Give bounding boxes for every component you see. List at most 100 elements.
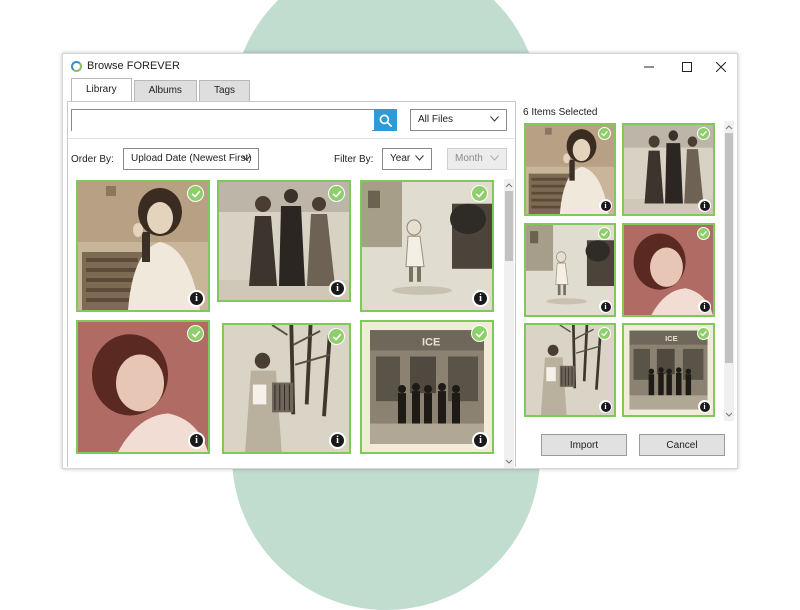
scroll-up-icon bbox=[505, 183, 513, 188]
selected-check-icon bbox=[187, 325, 204, 342]
selected-check-icon bbox=[697, 127, 710, 140]
selection-scroll-thumb[interactable] bbox=[725, 133, 733, 363]
file-type-select[interactable]: All Files bbox=[410, 109, 507, 131]
tab-bar: Library Albums Tags bbox=[71, 78, 252, 102]
year-value: Year bbox=[390, 153, 411, 164]
scroll-down-icon bbox=[725, 412, 733, 417]
search-button[interactable] bbox=[374, 109, 397, 131]
accordion-player-photo bbox=[224, 325, 349, 452]
selected-check-icon bbox=[471, 325, 488, 342]
order-by-label: Order By: bbox=[71, 154, 114, 165]
order-by-select[interactable]: Upload Date (Newest First) bbox=[123, 148, 259, 170]
info-button[interactable]: i bbox=[698, 300, 711, 313]
selected-check-icon bbox=[598, 327, 611, 340]
selected-photo-accordion-player[interactable]: i bbox=[524, 323, 616, 417]
filter-by-label: Filter By: bbox=[334, 154, 374, 165]
info-icon: i bbox=[699, 301, 710, 312]
minimize-icon bbox=[644, 66, 654, 68]
selection-panel: 6 Items Selected i i i i i i Import Canc… bbox=[519, 101, 737, 467]
info-button[interactable]: i bbox=[188, 290, 205, 307]
close-icon bbox=[716, 62, 726, 72]
info-button[interactable]: i bbox=[599, 300, 612, 313]
toolbar-divider bbox=[68, 138, 515, 139]
info-icon: i bbox=[474, 292, 487, 305]
info-icon: i bbox=[600, 401, 611, 412]
library-photo-accordion-player[interactable]: i bbox=[222, 323, 351, 454]
selection-scrollbar[interactable] bbox=[724, 121, 734, 421]
import-button[interactable]: Import bbox=[541, 434, 627, 456]
selected-photo-toddler-street[interactable]: i bbox=[524, 223, 616, 317]
info-icon: i bbox=[699, 200, 710, 211]
library-scrollbar[interactable] bbox=[504, 179, 514, 468]
info-button[interactable]: i bbox=[698, 199, 711, 212]
group-storefront-photo bbox=[362, 322, 492, 452]
month-select[interactable]: Month bbox=[447, 148, 507, 170]
file-type-value: All Files bbox=[418, 114, 454, 125]
chevron-down-icon bbox=[415, 155, 424, 161]
chevron-down-icon bbox=[242, 155, 251, 161]
info-icon: i bbox=[190, 292, 203, 305]
tab-library[interactable]: Library bbox=[71, 78, 132, 102]
month-value: Month bbox=[455, 153, 483, 164]
selected-photo-woman-portrait[interactable]: i bbox=[622, 223, 715, 317]
selected-count-label: 6 Items Selected bbox=[523, 107, 598, 118]
browse-dialog: Browse FOREVER Library Albums Tags All F… bbox=[62, 53, 738, 469]
info-icon: i bbox=[190, 434, 203, 447]
tab-albums[interactable]: Albums bbox=[133, 80, 197, 102]
cancel-button[interactable]: Cancel bbox=[639, 434, 725, 456]
info-button[interactable]: i bbox=[599, 199, 612, 212]
info-button[interactable]: i bbox=[329, 432, 346, 449]
maximize-button[interactable] bbox=[673, 57, 701, 77]
family-trio-photo bbox=[219, 182, 349, 300]
library-photo-group-storefront[interactable]: i bbox=[360, 320, 494, 454]
woman-drinking-photo bbox=[78, 182, 208, 310]
selected-check-icon bbox=[598, 127, 611, 140]
library-panel: All Files Order By: Upload Date (Newest … bbox=[67, 101, 516, 468]
info-icon: i bbox=[600, 200, 611, 211]
selected-check-icon bbox=[328, 185, 345, 202]
chevron-down-icon bbox=[490, 155, 499, 161]
search-input[interactable] bbox=[72, 110, 372, 131]
library-photo-family-trio[interactable]: i bbox=[217, 180, 351, 302]
selected-photo-group-storefront[interactable]: i bbox=[622, 323, 715, 417]
selected-check-icon bbox=[598, 227, 611, 240]
selected-check-icon bbox=[697, 227, 710, 240]
info-button[interactable]: i bbox=[188, 432, 205, 449]
selected-check-icon bbox=[697, 327, 710, 340]
selected-check-icon bbox=[471, 185, 488, 202]
toddler-street-photo bbox=[362, 182, 492, 310]
forever-logo-icon bbox=[71, 61, 82, 72]
info-icon: i bbox=[331, 434, 344, 447]
close-button[interactable] bbox=[707, 57, 735, 77]
library-photo-toddler-street[interactable]: i bbox=[360, 180, 494, 312]
tab-tags[interactable]: Tags bbox=[198, 80, 251, 102]
window-title: Browse FOREVER bbox=[87, 60, 180, 72]
selected-check-icon bbox=[187, 185, 204, 202]
scroll-up-icon bbox=[725, 125, 733, 130]
library-photo-woman-portrait[interactable]: i bbox=[76, 320, 210, 454]
maximize-icon bbox=[682, 62, 692, 72]
scroll-down-icon bbox=[505, 459, 513, 464]
chevron-down-icon bbox=[490, 116, 499, 122]
library-photo-woman-drinking[interactable]: i bbox=[76, 180, 210, 312]
search-box bbox=[71, 109, 397, 131]
selected-check-icon bbox=[328, 328, 345, 345]
info-icon: i bbox=[600, 301, 611, 312]
library-scroll-thumb[interactable] bbox=[505, 191, 513, 261]
woman-portrait-photo bbox=[78, 322, 208, 452]
info-button[interactable]: i bbox=[599, 400, 612, 413]
info-button[interactable]: i bbox=[472, 432, 489, 449]
year-select[interactable]: Year bbox=[382, 148, 432, 170]
info-icon: i bbox=[474, 434, 487, 447]
selected-photo-woman-drinking[interactable]: i bbox=[524, 123, 616, 216]
order-by-value: Upload Date (Newest First) bbox=[131, 153, 252, 164]
info-icon: i bbox=[331, 282, 344, 295]
info-button[interactable]: i bbox=[698, 400, 711, 413]
title-bar: Browse FOREVER bbox=[63, 54, 737, 80]
info-button[interactable]: i bbox=[472, 290, 489, 307]
info-button[interactable]: i bbox=[329, 280, 346, 297]
selected-photo-family-trio[interactable]: i bbox=[622, 123, 715, 216]
info-icon: i bbox=[699, 401, 710, 412]
minimize-button[interactable] bbox=[635, 57, 663, 77]
search-icon bbox=[379, 114, 392, 127]
